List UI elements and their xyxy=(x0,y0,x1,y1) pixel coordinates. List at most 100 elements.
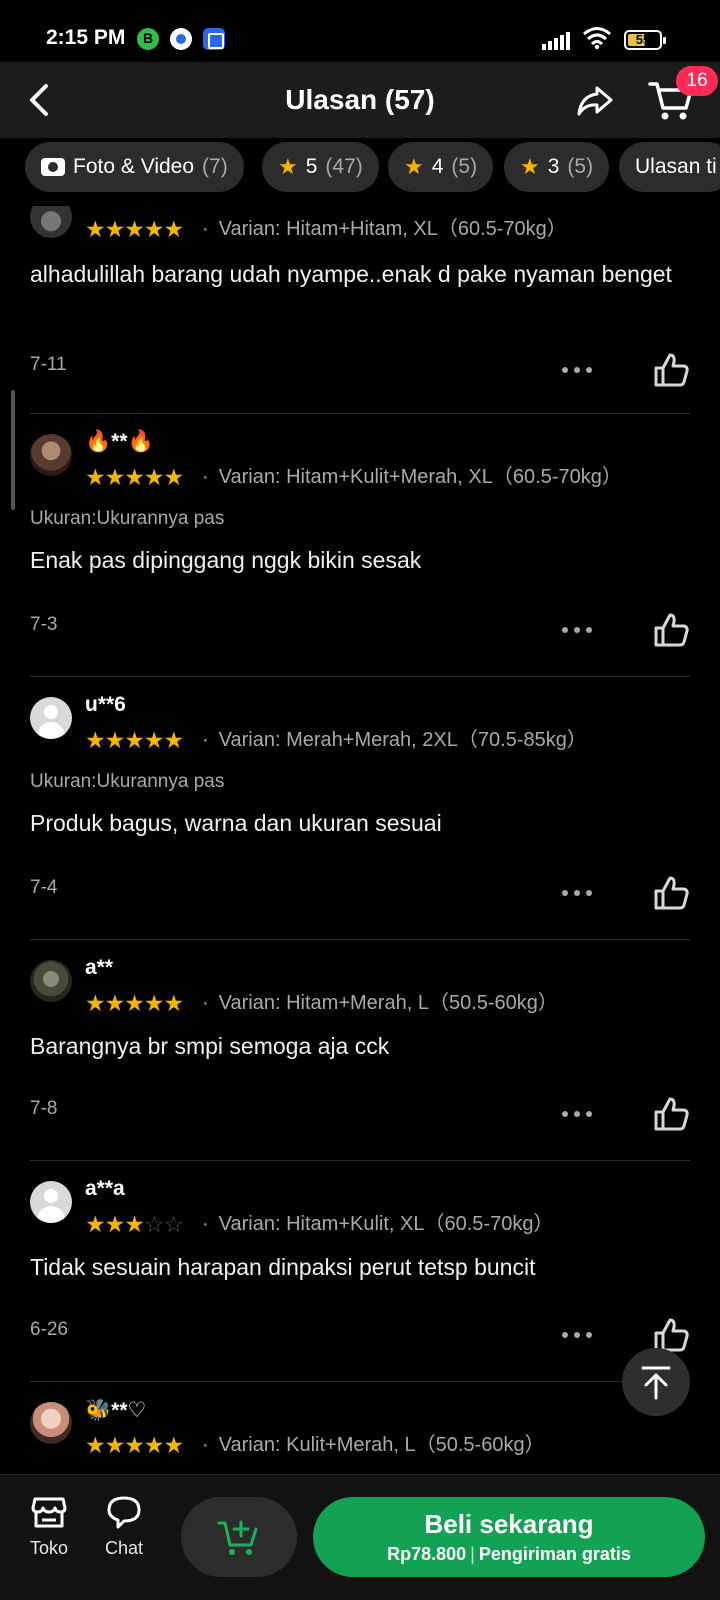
battery-icon: 55 xyxy=(624,30,666,50)
star-filled-icon: ★ xyxy=(124,464,145,490)
review-text: alhadulillah barang udah nyampe..enak d … xyxy=(30,261,672,287)
review-list: ★★★★★ · Varian: Hitam+Hitam, XL（60.5-70kg… xyxy=(0,206,720,1473)
star-filled-icon: ★ xyxy=(163,727,185,753)
divider xyxy=(30,1381,690,1382)
star-filled-icon: ★ xyxy=(143,464,165,490)
shipping-note: Pengiriman gratis xyxy=(478,1544,631,1564)
star-filled-icon: ★ xyxy=(163,216,185,242)
filter-chip-3-star[interactable]: ★ 3 (5) xyxy=(504,142,610,192)
review-text: Enak pas dipinggang nggk bikin sesak xyxy=(30,547,422,573)
star-rating: ★★★☆☆ xyxy=(85,1211,185,1237)
star-filled-icon: ★ xyxy=(124,216,145,242)
buy-now-button[interactable]: Beli sekarang Rp78.800 | Pengiriman gratis xyxy=(313,1497,705,1577)
chat-button[interactable]: Chat xyxy=(94,1495,154,1559)
review-date: 7-3 xyxy=(30,614,58,635)
star-filled-icon: ★ xyxy=(163,1432,185,1458)
reviewer-name: 🐝**♡ xyxy=(85,1399,147,1422)
reviewer-name: a**a xyxy=(85,1177,125,1200)
thumbs-up-icon[interactable] xyxy=(652,611,690,649)
price: Rp78.800 xyxy=(387,1544,467,1564)
chip-count: (47) xyxy=(325,155,363,178)
star-filled-icon: ★ xyxy=(85,1432,106,1458)
star-filled-icon: ★ xyxy=(124,727,145,753)
reviewer-name: u**6 xyxy=(85,693,126,716)
chip-count: (7) xyxy=(202,155,228,178)
star-empty-icon: ☆ xyxy=(143,1211,165,1237)
review-date: 7-11 xyxy=(30,354,67,375)
review-text: Tidak sesuain harapan dinpaksi perut tet… xyxy=(30,1254,536,1280)
add-to-cart-button[interactable] xyxy=(181,1497,297,1577)
top-nav-bar: Ulasan (57) 16 xyxy=(0,62,720,138)
review-variant: · Varian: Merah+Merah, 2XL（70.5-85kg） xyxy=(202,729,587,751)
camera-icon xyxy=(41,158,65,176)
chip-label: Ulasan ti xyxy=(635,155,717,178)
filter-chip-4-star[interactable]: ★ 4 (5) xyxy=(388,142,494,192)
app-notification-icon xyxy=(170,28,192,50)
chat-icon xyxy=(107,1496,141,1529)
divider xyxy=(30,939,690,940)
more-options-icon[interactable] xyxy=(562,363,598,375)
star-filled-icon: ★ xyxy=(85,990,106,1016)
shop-button[interactable]: Toko xyxy=(19,1495,79,1559)
review-text: Produk bagus, warna dan ukuran sesuai xyxy=(30,810,442,836)
star-filled-icon: ★ xyxy=(85,464,106,490)
avatar[interactable] xyxy=(30,206,72,238)
star-empty-icon: ☆ xyxy=(163,1211,185,1237)
star-rating: ★★★★★ xyxy=(85,990,184,1016)
more-options-icon[interactable] xyxy=(562,1328,598,1340)
star-filled-icon: ★ xyxy=(124,1211,145,1237)
reviewer-name: 🔥**🔥 xyxy=(85,430,154,453)
filter-chip-photo-video[interactable]: Foto & Video (7) xyxy=(25,142,244,192)
scrollbar[interactable] xyxy=(11,390,15,510)
thumbs-up-icon[interactable] xyxy=(652,874,690,912)
share-icon[interactable] xyxy=(575,80,615,120)
avatar[interactable] xyxy=(30,1181,72,1223)
star-filled-icon: ★ xyxy=(143,990,165,1016)
star-filled-icon: ★ xyxy=(104,216,126,242)
star-filled-icon: ★ xyxy=(104,990,126,1016)
avatar[interactable] xyxy=(30,434,72,476)
review-date: 6-26 xyxy=(30,1319,69,1340)
review-variant: · Varian: Hitam+Kulit+Merah, XL（60.5-70kg… xyxy=(202,466,622,488)
shop-icon xyxy=(31,1497,67,1528)
review-text: Barangnya br smpi semoga aja cck xyxy=(30,1033,390,1059)
star-filled-icon: ★ xyxy=(85,216,106,242)
star-filled-icon: ★ xyxy=(85,727,106,753)
avatar[interactable] xyxy=(30,697,72,739)
review-date: 7-4 xyxy=(30,877,58,898)
star-filled-icon: ★ xyxy=(124,1432,145,1458)
star-rating: ★★★★★ xyxy=(85,216,185,242)
divider xyxy=(30,676,690,677)
filter-chip-ulasan[interactable]: Ulasan ti xyxy=(619,142,720,192)
star-filled-icon: ★ xyxy=(104,464,126,490)
more-options-icon[interactable] xyxy=(562,1107,598,1119)
chip-label: 3 xyxy=(547,155,560,178)
filter-chip-5-star[interactable]: ★ 5 (47) xyxy=(262,142,379,192)
app-notification-icon xyxy=(137,28,159,50)
review-variant: · Varian: Kulit+Merah, L（50.5-60kg） xyxy=(202,1434,545,1456)
divider xyxy=(30,1160,690,1161)
more-options-icon[interactable] xyxy=(562,886,598,898)
avatar[interactable] xyxy=(30,960,72,1002)
buy-label: Beli sekarang xyxy=(424,1509,594,1539)
star-icon: ★ xyxy=(278,154,298,179)
divider xyxy=(30,413,690,414)
star-filled-icon: ★ xyxy=(143,1432,165,1458)
star-icon: ★ xyxy=(520,154,540,179)
review-variant: · Varian: Hitam+Merah, L（50.5-60kg） xyxy=(202,992,558,1014)
bottom-action-bar: Toko Chat Beli sekarang Rp78.800 | Pengiri… xyxy=(0,1474,720,1600)
thumbs-up-icon[interactable] xyxy=(652,351,690,389)
review-variant: · Varian: Hitam+Kulit, XL（60.5-70kg） xyxy=(202,1213,554,1235)
status-bar: 2:15 PM 55 xyxy=(0,0,720,62)
review-date: 7-8 xyxy=(30,1098,58,1119)
star-rating: ★★★★★ xyxy=(85,1432,185,1458)
battery-level: 55 xyxy=(635,32,651,47)
scroll-to-top-button[interactable] xyxy=(622,1348,690,1416)
avatar[interactable] xyxy=(30,1402,72,1444)
app-notification-icon xyxy=(203,28,225,50)
star-icon: ★ xyxy=(404,154,424,179)
star-rating: ★★★★★ xyxy=(85,464,184,490)
thumbs-up-icon[interactable] xyxy=(652,1095,690,1133)
star-filled-icon: ★ xyxy=(124,990,145,1016)
more-options-icon[interactable] xyxy=(562,623,598,635)
